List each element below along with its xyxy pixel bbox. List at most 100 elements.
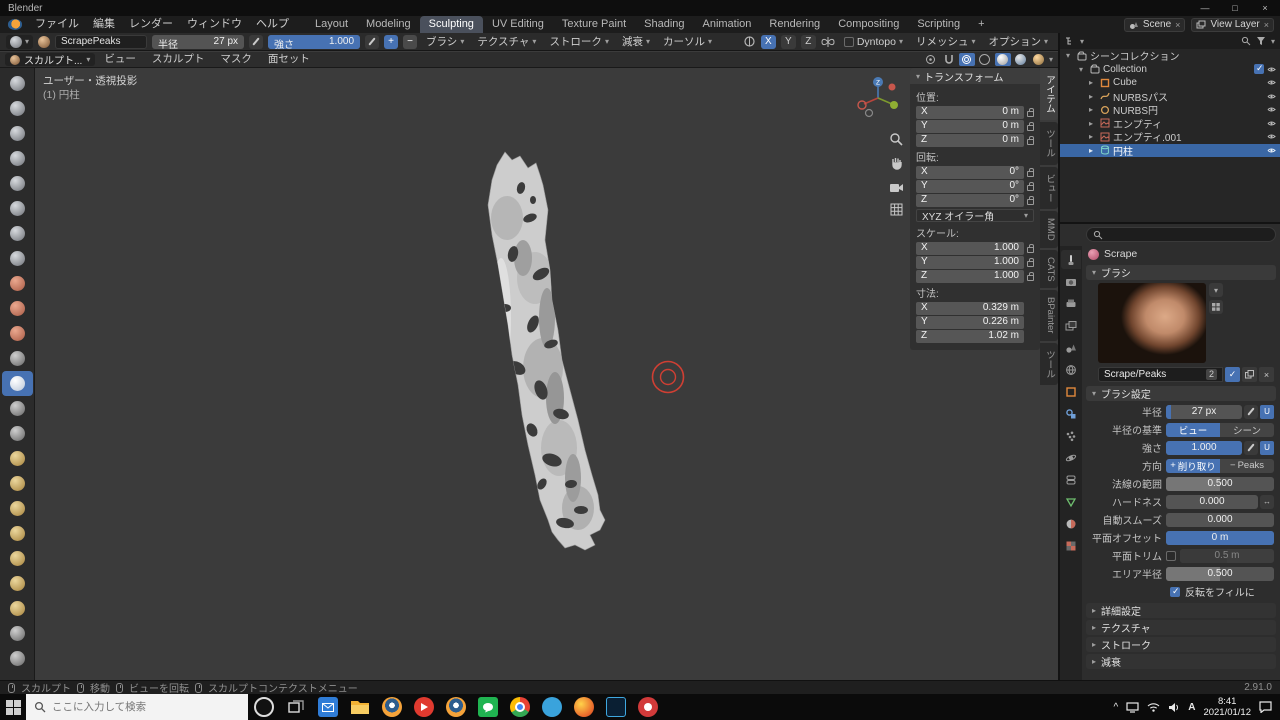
properties-search[interactable] xyxy=(1086,227,1276,242)
scale-y-field[interactable]: Y 1.000 xyxy=(916,256,1024,269)
tab-scripting[interactable]: Scripting xyxy=(908,16,969,33)
tool-nudge-icon[interactable] xyxy=(2,571,33,596)
falloff-dropdown[interactable]: 減衰 ▾ xyxy=(618,34,654,49)
constraints-tab-icon[interactable] xyxy=(1061,470,1081,489)
tool-thumb-icon[interactable] xyxy=(2,521,33,546)
mirror-z-toggle[interactable]: Z xyxy=(800,34,816,49)
radius-slider[interactable]: 半径 27 px xyxy=(152,34,245,49)
dyntopo-checkbox[interactable] xyxy=(843,36,854,47)
navigation-gizmo[interactable]: Z xyxy=(855,76,901,120)
outliner-row-scene-collection[interactable]: ▾ シーンコレクション xyxy=(1060,49,1280,63)
tool-layer-icon[interactable] xyxy=(2,196,33,221)
blender-app-icon[interactable] xyxy=(376,694,408,720)
tool-fill-icon[interactable] xyxy=(2,346,33,371)
tray-expand-icon[interactable]: ^ xyxy=(1114,702,1119,713)
minimize-button[interactable]: — xyxy=(1190,0,1220,16)
location-x-field[interactable]: X0 m xyxy=(916,106,1024,119)
lock-icon[interactable] xyxy=(1027,182,1034,191)
ntab-item[interactable]: アイテム xyxy=(1040,68,1058,120)
direction-subtract-button[interactable]: − xyxy=(403,34,418,49)
brush-preview-icon[interactable] xyxy=(38,35,51,48)
maximize-button[interactable]: □ xyxy=(1220,0,1250,16)
dimensions-y-field[interactable]: Y 0.226 m xyxy=(916,316,1024,329)
view-layer-selector[interactable]: View Layer × xyxy=(1191,17,1274,32)
eye-icon[interactable] xyxy=(1267,146,1276,155)
rotation-y-field[interactable]: Y 0° xyxy=(916,180,1024,193)
panel-collapse-icon[interactable]: ▾ xyxy=(916,72,920,81)
lock-icon[interactable] xyxy=(1027,168,1034,177)
tab-compositing[interactable]: Compositing xyxy=(829,16,908,33)
lock-icon[interactable] xyxy=(1027,244,1034,253)
symmetry-butterfly-icon[interactable] xyxy=(821,36,835,48)
tool-tab-icon[interactable] xyxy=(1061,250,1081,269)
strength-unified-icon[interactable]: U xyxy=(1260,440,1274,455)
output-tab-icon[interactable] xyxy=(1061,294,1081,313)
file-explorer-icon[interactable] xyxy=(344,694,376,720)
shading-wireframe-icon[interactable] xyxy=(977,53,993,66)
brush-name-field[interactable]: ScrapePeaks xyxy=(55,34,148,49)
tool-snake-hook-icon[interactable] xyxy=(2,496,33,521)
tool-blob-icon[interactable] xyxy=(2,246,33,271)
strength-pressure-icon[interactable] xyxy=(365,34,380,49)
direction-scrape-button[interactable]: + 削り取り xyxy=(1166,458,1220,473)
menu-render[interactable]: レンダー xyxy=(122,16,180,33)
remesh-dropdown[interactable]: リメッシュ ▾ xyxy=(912,34,980,49)
scene-clear-icon[interactable]: × xyxy=(1175,20,1180,30)
view-layer-tab-icon[interactable] xyxy=(1061,316,1081,335)
zoom-icon[interactable] xyxy=(885,128,907,150)
mirror-x-toggle[interactable]: X xyxy=(760,34,776,49)
brush-dropdown[interactable]: ブラシ ▾ xyxy=(422,34,468,49)
eye-icon[interactable] xyxy=(1267,92,1276,101)
tool-multiplane-scrape-icon[interactable] xyxy=(2,396,33,421)
tool-pose-icon[interactable] xyxy=(2,546,33,571)
scene-selector[interactable]: Scene × xyxy=(1123,17,1186,32)
brush-datablock-field[interactable]: Scrape/Peaks 2 xyxy=(1098,367,1223,382)
lock-icon[interactable] xyxy=(1027,136,1034,145)
dimensions-z-field[interactable]: Z 1.02 m xyxy=(916,330,1024,343)
plane-offset-slider[interactable]: 0 m xyxy=(1166,530,1274,545)
brush-users-count[interactable]: 2 xyxy=(1205,369,1217,380)
particles-tab-icon[interactable] xyxy=(1061,426,1081,445)
mirror-y-toggle[interactable]: Y xyxy=(780,34,796,49)
lock-icon[interactable] xyxy=(1027,258,1034,267)
menu-face-sets[interactable]: 面セット xyxy=(261,51,317,68)
area-radius-slider[interactable]: 0.500 xyxy=(1166,566,1274,581)
photoshop-app-icon[interactable] xyxy=(600,694,632,720)
modifiers-tab-icon[interactable] xyxy=(1061,404,1081,423)
ntab-tool2[interactable]: ツール xyxy=(1040,342,1058,386)
collection-checkbox[interactable] xyxy=(1254,63,1264,75)
snap-magnet-icon[interactable] xyxy=(941,53,957,66)
texture-panel-header[interactable]: ▸ テクスチャ xyxy=(1086,620,1276,635)
options-dropdown[interactable]: オプション ▾ xyxy=(984,34,1052,49)
ntab-bpainter[interactable]: BPainter xyxy=(1040,290,1058,341)
scale-z-field[interactable]: Z 1.000 xyxy=(916,270,1024,283)
tab-rendering[interactable]: Rendering xyxy=(760,16,829,33)
outliner-row-collection[interactable]: ▾ Collection xyxy=(1060,63,1280,77)
active-tool-dropdown[interactable]: ▾ xyxy=(6,34,34,49)
rotation-z-field[interactable]: Z 0° xyxy=(916,194,1024,207)
tab-texture-paint[interactable]: Texture Paint xyxy=(553,16,635,33)
menu-file[interactable]: ファイル xyxy=(28,16,86,33)
tab-sculpting[interactable]: Sculpting xyxy=(419,16,483,33)
eye-icon[interactable] xyxy=(1267,105,1276,114)
symmetry-orbit-icon[interactable] xyxy=(743,35,756,48)
stroke-panel-header[interactable]: ▸ ストローク xyxy=(1086,637,1276,652)
shading-options-icon[interactable]: ▾ xyxy=(1049,55,1053,64)
strength-slider[interactable]: 強さ 1.000 xyxy=(268,34,361,49)
filter-options-icon[interactable]: ▾ xyxy=(1271,37,1275,46)
material-tab-icon[interactable] xyxy=(1061,514,1081,533)
tab-modeling[interactable]: Modeling xyxy=(357,16,420,33)
chevron-down-icon[interactable]: ▾ xyxy=(1080,37,1084,46)
task-view-icon[interactable] xyxy=(280,694,312,720)
youtube-app-icon[interactable] xyxy=(408,694,440,720)
preview-grid-icon[interactable] xyxy=(1209,300,1223,314)
tool-scrape-icon[interactable] xyxy=(1,371,33,396)
stroke-dropdown[interactable]: ストローク ▾ xyxy=(545,34,613,49)
menu-help[interactable]: ヘルプ xyxy=(249,16,296,33)
falloff-panel-header[interactable]: ▸ 減衰 xyxy=(1086,654,1276,669)
rotation-mode-dropdown[interactable]: XYZ オイラー角 ▾ xyxy=(916,209,1034,223)
blender-logo-icon[interactable] xyxy=(8,19,22,30)
tab-layout[interactable]: Layout xyxy=(306,16,357,33)
hardness-pressure-icon[interactable]: ↔ xyxy=(1260,494,1274,509)
radius-unit-scene-button[interactable]: シーン xyxy=(1220,422,1274,437)
